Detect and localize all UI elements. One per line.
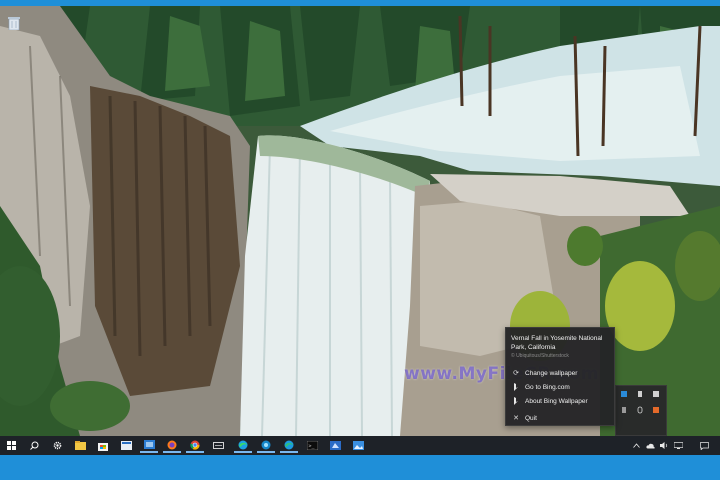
edge-dev-icon[interactable] bbox=[280, 438, 298, 453]
gear-icon bbox=[53, 441, 61, 450]
mouse-tray-icon[interactable] bbox=[636, 406, 644, 414]
bing-logo-icon bbox=[511, 397, 521, 405]
firefox-icon[interactable] bbox=[163, 438, 181, 453]
settings-window-icon[interactable] bbox=[140, 438, 158, 453]
search-button[interactable] bbox=[25, 438, 43, 453]
device-tray-icon[interactable] bbox=[636, 390, 644, 398]
remote-app-icon[interactable] bbox=[326, 438, 344, 453]
photos-app-icon[interactable] bbox=[349, 438, 367, 453]
quit-item[interactable]: ✕ Quit bbox=[506, 412, 614, 424]
bottom-edge-bar bbox=[0, 455, 720, 480]
menu-item-label: Quit bbox=[525, 414, 537, 422]
office-tray-icon[interactable] bbox=[652, 406, 660, 414]
wallpaper-title[interactable]: Vernal Fall in Yosemite National Park, C… bbox=[511, 334, 613, 352]
start-button[interactable] bbox=[2, 438, 20, 453]
search-icon bbox=[29, 441, 38, 450]
edge-beta-icon[interactable] bbox=[257, 438, 275, 453]
cloud-icon[interactable] bbox=[645, 436, 655, 455]
terminal-icon[interactable] bbox=[117, 438, 135, 453]
wallpaper-credit: © Ubiquitous/Shutterstock bbox=[511, 353, 569, 359]
task-view-icon[interactable] bbox=[209, 438, 227, 453]
change-wallpaper-item[interactable]: ⟳ Change wallpaper bbox=[506, 367, 614, 379]
go-to-bing-item[interactable]: Go to Bing.com bbox=[506, 381, 614, 393]
usb-tray-icon[interactable] bbox=[620, 406, 628, 414]
speaker-icon[interactable] bbox=[659, 436, 669, 455]
recycle-bin-icon[interactable] bbox=[6, 14, 22, 32]
about-bing-wallpaper-item[interactable]: About Bing Wallpaper bbox=[506, 395, 614, 407]
menu-item-label: Change wallpaper bbox=[525, 369, 578, 377]
file-explorer-icon[interactable] bbox=[71, 438, 89, 453]
chevron-up-icon[interactable] bbox=[631, 436, 641, 455]
tray-overflow-flyout bbox=[615, 385, 667, 436]
menu-item-label: About Bing Wallpaper bbox=[525, 397, 588, 405]
refresh-icon: ⟳ bbox=[513, 370, 519, 377]
menu-item-label: Go to Bing.com bbox=[525, 383, 570, 391]
bing-tray-icon[interactable] bbox=[620, 390, 628, 398]
windows-logo-icon bbox=[6, 441, 16, 450]
command-prompt-icon[interactable]: >_ bbox=[303, 438, 321, 453]
settings-button[interactable] bbox=[48, 438, 66, 453]
close-icon: ✕ bbox=[513, 415, 519, 422]
svg-text:>_: >_ bbox=[308, 444, 315, 450]
bing-logo-icon bbox=[511, 383, 521, 391]
microsoft-store-icon[interactable] bbox=[94, 438, 112, 453]
bing-wallpaper-context-menu: Vernal Fall in Yosemite National Park, C… bbox=[505, 327, 615, 426]
notifications-icon[interactable] bbox=[698, 436, 710, 455]
app-tray-icon[interactable] bbox=[652, 390, 660, 398]
chrome-icon[interactable] bbox=[186, 438, 204, 453]
taskbar: >_ bbox=[0, 436, 720, 455]
edge-icon[interactable] bbox=[234, 438, 252, 453]
network-icon[interactable] bbox=[673, 436, 683, 455]
